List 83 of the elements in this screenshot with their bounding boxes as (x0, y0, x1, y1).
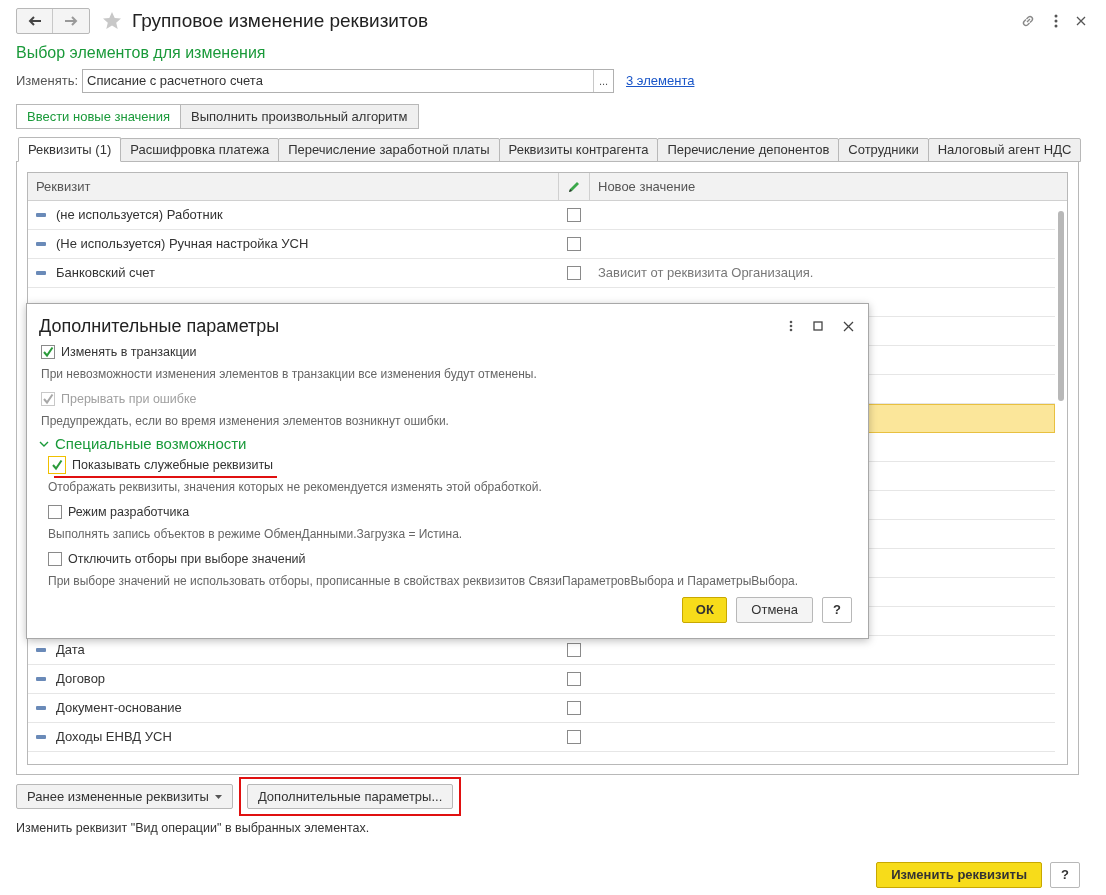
field-icon (36, 213, 46, 217)
table-cell-text: Банковский счет (56, 264, 155, 283)
dropdown-button[interactable]: Ранее измененные реквизиты (16, 784, 233, 809)
pencil-icon (567, 179, 581, 194)
field-icon (36, 735, 46, 739)
tab[interactable]: Сотрудники (838, 138, 929, 162)
table-cell-text: (не используется) Работник (56, 206, 223, 225)
table-cell-text: Договор (56, 670, 106, 689)
table-row[interactable]: (не используется) Работник (28, 201, 1055, 230)
tab[interactable]: Налоговый агент НДС (927, 138, 1082, 162)
close-icon[interactable] (1076, 16, 1086, 26)
field-icon (36, 648, 46, 652)
back-arrow-icon (27, 16, 42, 26)
ok-button[interactable]: ОК (682, 597, 728, 623)
field-icon (36, 271, 46, 275)
more-icon[interactable] (789, 320, 793, 332)
table-row[interactable]: Документ-основание (28, 694, 1055, 723)
dialog-title: Дополнительные параметры (39, 314, 280, 338)
field-label: Изменять: (16, 72, 79, 91)
checkbox[interactable] (567, 672, 581, 686)
field-icon (36, 706, 46, 710)
table-row[interactable]: Банковский счет Зависит от реквизита Организация. (28, 259, 1055, 288)
tab[interactable]: Реквизиты контрагента (498, 138, 659, 162)
table-row[interactable]: Доходы ЕНВД УСН (28, 723, 1055, 752)
checkbox[interactable] (567, 208, 581, 222)
check-icon (42, 393, 54, 405)
option-description: Отображать реквизиты, значения которых не рекомендуется изменять этой обработкой. (48, 479, 543, 495)
checkbox[interactable] (567, 701, 581, 715)
option-label[interactable]: Изменять в транзакции (61, 344, 197, 360)
star-icon[interactable] (102, 11, 122, 31)
choose-button[interactable]: ... (593, 70, 614, 92)
field-icon (36, 677, 46, 681)
close-icon[interactable] (843, 320, 854, 332)
window-title: Групповое изменение реквизитов (132, 8, 429, 33)
maximize-icon[interactable] (813, 321, 823, 331)
link-icon[interactable] (1020, 13, 1036, 29)
elements-link[interactable]: 3 элемента (626, 71, 695, 91)
checkbox[interactable] (48, 456, 66, 474)
table-row[interactable]: (Не используется) Ручная настройка УСН (28, 230, 1055, 259)
option-description: Выполнять запись объектов в режиме ОбменДанными.Загрузка = Истина. (48, 526, 464, 542)
tab[interactable]: Перечисление заработной платы (278, 138, 500, 162)
tab[interactable]: Реквизиты (1) (18, 137, 122, 162)
option-label[interactable]: Отключить отборы при выборе значений (68, 551, 306, 567)
section-toggle[interactable]: Специальные возможности (39, 435, 856, 453)
input-field[interactable]: Списание с расчетного счета ... (82, 69, 615, 93)
table-cell-text: Дата (56, 641, 85, 660)
tab[interactable]: Расшифровка платежа (120, 138, 280, 162)
table-cell-text: Документ-основание (56, 699, 182, 718)
checkbox[interactable] (567, 266, 581, 280)
section-title: Выбор элементов для изменения (16, 43, 267, 63)
checkbox[interactable] (567, 237, 581, 251)
params-button[interactable]: Дополнительные параметры... (246, 784, 454, 809)
checkbox[interactable] (48, 552, 62, 566)
apply-button[interactable]: Изменить реквизиты (876, 861, 1042, 888)
forward-arrow-icon (64, 16, 78, 26)
more-icon[interactable] (1054, 14, 1058, 28)
mode-button[interactable]: Ввести новые значения (16, 104, 182, 129)
checkbox[interactable] (41, 345, 55, 359)
help-button[interactable]: ? (1050, 861, 1080, 888)
option-description: Предупреждать, если во время изменения элементов возникнут ошибки. (41, 413, 450, 429)
column-header: Новое значение (597, 177, 697, 196)
check-icon (42, 346, 54, 358)
cancel-button[interactable]: Отмена (736, 597, 813, 623)
table-row[interactable]: Договор (28, 665, 1055, 694)
tab[interactable]: Перечисление депонентов (657, 138, 840, 162)
check-icon (51, 459, 63, 471)
checkbox[interactable] (567, 730, 581, 744)
hint-text: Изменить реквизит "Вид операции" в выбранных элементах. (16, 820, 371, 837)
checkbox[interactable] (48, 505, 62, 519)
table-cell-text: Зависит от реквизита Организация. (597, 264, 815, 283)
table-cell-text: Доходы ЕНВД УСН (56, 728, 172, 747)
option-label[interactable]: Показывать служебные реквизиты (72, 457, 274, 473)
option-description: При выборе значений не использовать отборы, прописанные в свойствах реквизитов СвязиПараметровВыбора и ПараметрыВыбора. (48, 573, 800, 589)
mode-button[interactable]: Выполнить произвольный алгоритм (180, 104, 419, 129)
help-button[interactable]: ? (822, 597, 852, 623)
checkbox[interactable] (567, 643, 581, 657)
field-icon (36, 242, 46, 246)
table-cell-text: (Не используется) Ручная настройка УСН (56, 235, 309, 254)
option-label[interactable]: Режим разработчика (68, 504, 190, 520)
option-description: При невозможности изменения элементов в транзакции все изменения будут отменены. (41, 366, 538, 382)
column-header: Реквизит (35, 177, 92, 196)
chevron-icon (39, 440, 49, 448)
caret-icon (214, 794, 222, 799)
